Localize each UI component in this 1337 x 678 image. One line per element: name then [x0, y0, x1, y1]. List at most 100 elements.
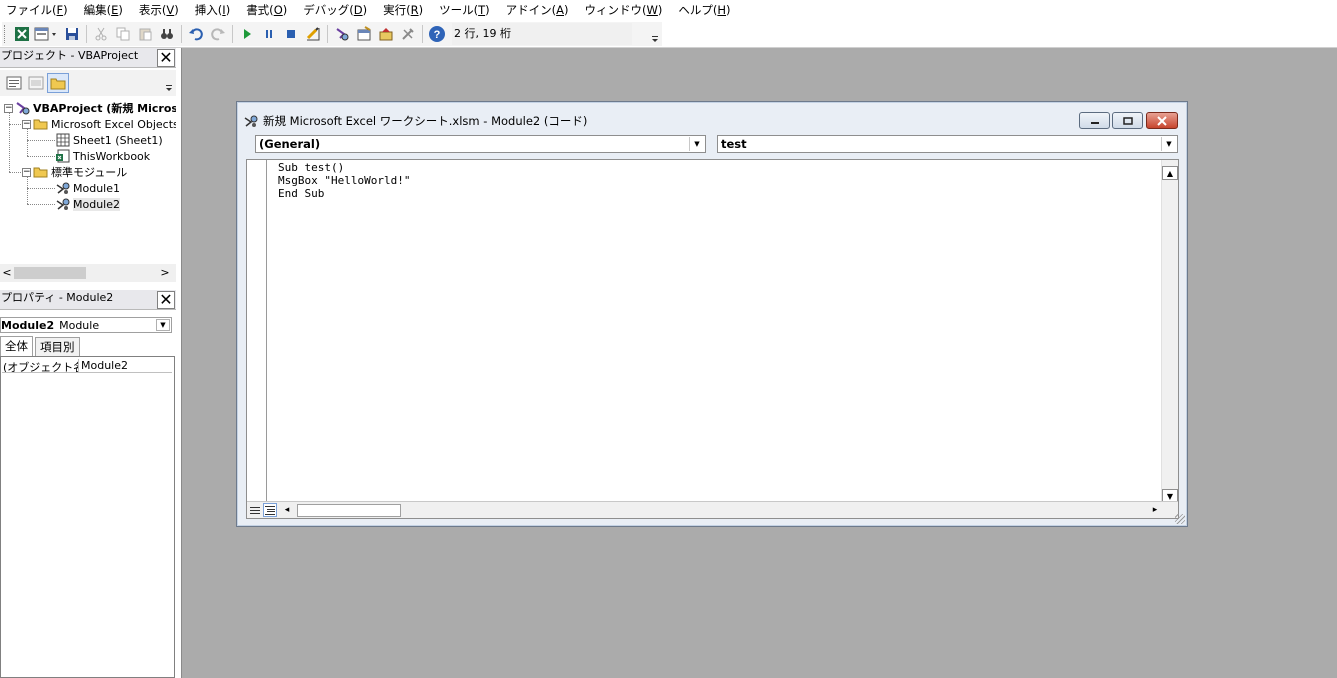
menu-item-e[interactable]: 編集(E) [84, 2, 123, 18]
copy-icon[interactable] [112, 23, 134, 45]
toolbar-separator [327, 25, 328, 43]
run-icon[interactable] [236, 23, 258, 45]
view-code-icon[interactable] [3, 73, 25, 93]
chevron-down-icon[interactable]: ▼ [1161, 137, 1176, 151]
menu-item-i[interactable]: 挿入(I) [195, 2, 230, 18]
menu-item-a[interactable]: アドイン(A) [506, 2, 569, 18]
menu-item-w[interactable]: ウィンドウ(W) [585, 2, 663, 18]
chevron-down-icon[interactable]: ▼ [156, 319, 170, 331]
project-explorer-close-button[interactable]: ✕ [157, 49, 175, 67]
tab-alphabetic[interactable]: 全体 [0, 336, 33, 356]
module-icon [243, 114, 259, 128]
object-browser-icon[interactable] [375, 23, 397, 45]
properties-window-icon[interactable] [353, 23, 375, 45]
collapse-icon[interactable]: − [4, 103, 13, 113]
project-explorer-icon[interactable] [331, 23, 353, 45]
menu-item-r[interactable]: 実行(R) [383, 2, 423, 18]
tree-label: VBAProject (新規 Microsoft Excel ワークシート.xl… [33, 102, 176, 115]
scroll-left-arrow[interactable]: < [0, 265, 14, 281]
help-icon[interactable]: ? [426, 23, 448, 45]
chevron-down-icon[interactable]: ▼ [689, 137, 704, 151]
scroll-up-arrow[interactable]: ▲ [1162, 166, 1178, 180]
workbook-icon [55, 149, 71, 163]
left-dock: プロジェクト - VBAProject ✕ − VBAProject (新規 M… [0, 48, 182, 678]
toolbox-icon[interactable] [397, 23, 419, 45]
scroll-thumb[interactable] [14, 267, 86, 279]
properties-object-select[interactable]: Module2 Module ▼ [0, 317, 172, 333]
properties-title-bar[interactable]: プロパティ - Module2 ✕ [0, 290, 176, 310]
design-mode-icon[interactable] [302, 23, 324, 45]
scroll-thumb[interactable] [297, 504, 401, 517]
procedure-view-icon[interactable] [248, 503, 262, 517]
open-folder-icon [33, 165, 49, 179]
procedure-combo[interactable]: test ▼ [717, 135, 1178, 153]
collapse-icon[interactable]: − [22, 119, 31, 129]
find-icon[interactable] [156, 23, 178, 45]
view-object-icon[interactable] [25, 73, 47, 93]
tab-categorized[interactable]: 項目別 [35, 337, 80, 356]
project-tree-hscrollbar[interactable]: < > [0, 264, 176, 282]
procedure-combo-value: test [721, 137, 747, 151]
scroll-left-arrow[interactable]: ◂ [281, 503, 293, 518]
margin-indicator-bar[interactable] [247, 160, 267, 501]
menu-item-h[interactable]: ヘルプ(H) [678, 2, 730, 18]
resize-grip[interactable] [1175, 514, 1185, 524]
paste-icon[interactable] [134, 23, 156, 45]
menu-item-d[interactable]: デバッグ(D) [303, 2, 367, 18]
scroll-right-arrow[interactable]: > [158, 265, 172, 281]
tree-node-thisworkbook[interactable]: ThisWorkbook [55, 148, 150, 164]
properties-close-button[interactable]: ✕ [157, 291, 175, 309]
full-module-view-icon[interactable] [263, 503, 277, 517]
code-window-title-bar[interactable]: 新規 Microsoft Excel ワークシート.xlsm - Module2… [243, 110, 587, 132]
menu-item-o[interactable]: 書式(O) [246, 2, 287, 18]
tree-node-module2[interactable]: Module2 [55, 196, 120, 212]
restore-button[interactable] [1112, 112, 1143, 129]
project-explorer-title-bar[interactable]: プロジェクト - VBAProject ✕ [0, 48, 176, 68]
excel-view-icon[interactable] [11, 23, 33, 45]
menu-item-f[interactable]: ファイル(F) [6, 2, 68, 18]
toggle-folders-icon[interactable] [47, 73, 69, 93]
properties-title: プロパティ - Module2 [1, 291, 114, 304]
tree-label: Sheet1 (Sheet1) [73, 133, 163, 147]
code-line[interactable]: MsgBox "HelloWorld!" [278, 174, 410, 187]
project-toolbar-options-icon[interactable] [164, 73, 174, 93]
property-value[interactable]: Module2 [79, 359, 128, 372]
tree-node-standard-modules[interactable]: − 標準モジュール [22, 164, 127, 180]
restore-icon [1122, 116, 1133, 125]
code-bottom-bar: ◂ ▸ [247, 501, 1178, 518]
open-folder-icon [33, 117, 49, 131]
menu-item-v[interactable]: 表示(V) [139, 2, 179, 18]
object-name: Module2 [1, 318, 55, 332]
break-icon[interactable] [258, 23, 280, 45]
toolbar-grip[interactable] [4, 25, 8, 43]
project-tree: − VBAProject (新規 Microsoft Excel ワークシート.… [0, 98, 176, 266]
toolbar-options-icon[interactable] [650, 26, 660, 44]
tree-node-sheet1[interactable]: Sheet1 (Sheet1) [55, 132, 163, 148]
code-hscrollbar[interactable]: ◂ ▸ [281, 503, 1161, 518]
scroll-right-arrow[interactable]: ▸ [1149, 503, 1161, 518]
property-row[interactable]: (オブジェクト名) Module2 [2, 359, 172, 373]
project-explorer-toolbar [0, 70, 176, 96]
code-text[interactable]: Sub test() MsgBox "HelloWorld!" End Sub [278, 161, 410, 200]
reset-icon[interactable] [280, 23, 302, 45]
menu-item-t[interactable]: ツール(T) [439, 2, 490, 18]
object-combo[interactable]: (General) ▼ [255, 135, 706, 153]
tree-node-excel-objects[interactable]: − Microsoft Excel Objects [22, 116, 176, 132]
code-line[interactable]: Sub test() [278, 161, 410, 174]
cut-icon[interactable] [90, 23, 112, 45]
insert-userform-icon[interactable] [33, 23, 61, 45]
object-combo-value: (General) [259, 137, 321, 151]
tree-node-module1[interactable]: Module1 [55, 180, 120, 196]
code-vscrollbar[interactable]: ▲ ▼ [1161, 160, 1178, 503]
undo-icon[interactable] [185, 23, 207, 45]
code-line[interactable]: End Sub [278, 187, 410, 200]
collapse-icon[interactable]: − [22, 167, 31, 177]
minimize-button[interactable] [1079, 112, 1110, 129]
redo-icon[interactable] [207, 23, 229, 45]
save-icon[interactable] [61, 23, 83, 45]
standard-toolbar: ? 2 行, 19 桁 [0, 20, 1337, 48]
tree-node-vbaproject[interactable]: − VBAProject (新規 Microsoft Excel ワークシート.… [4, 100, 176, 116]
code-editor[interactable]: Sub test() MsgBox "HelloWorld!" End Sub ▲ … [246, 159, 1179, 519]
close-button[interactable] [1146, 112, 1178, 129]
module-icon [55, 181, 71, 195]
